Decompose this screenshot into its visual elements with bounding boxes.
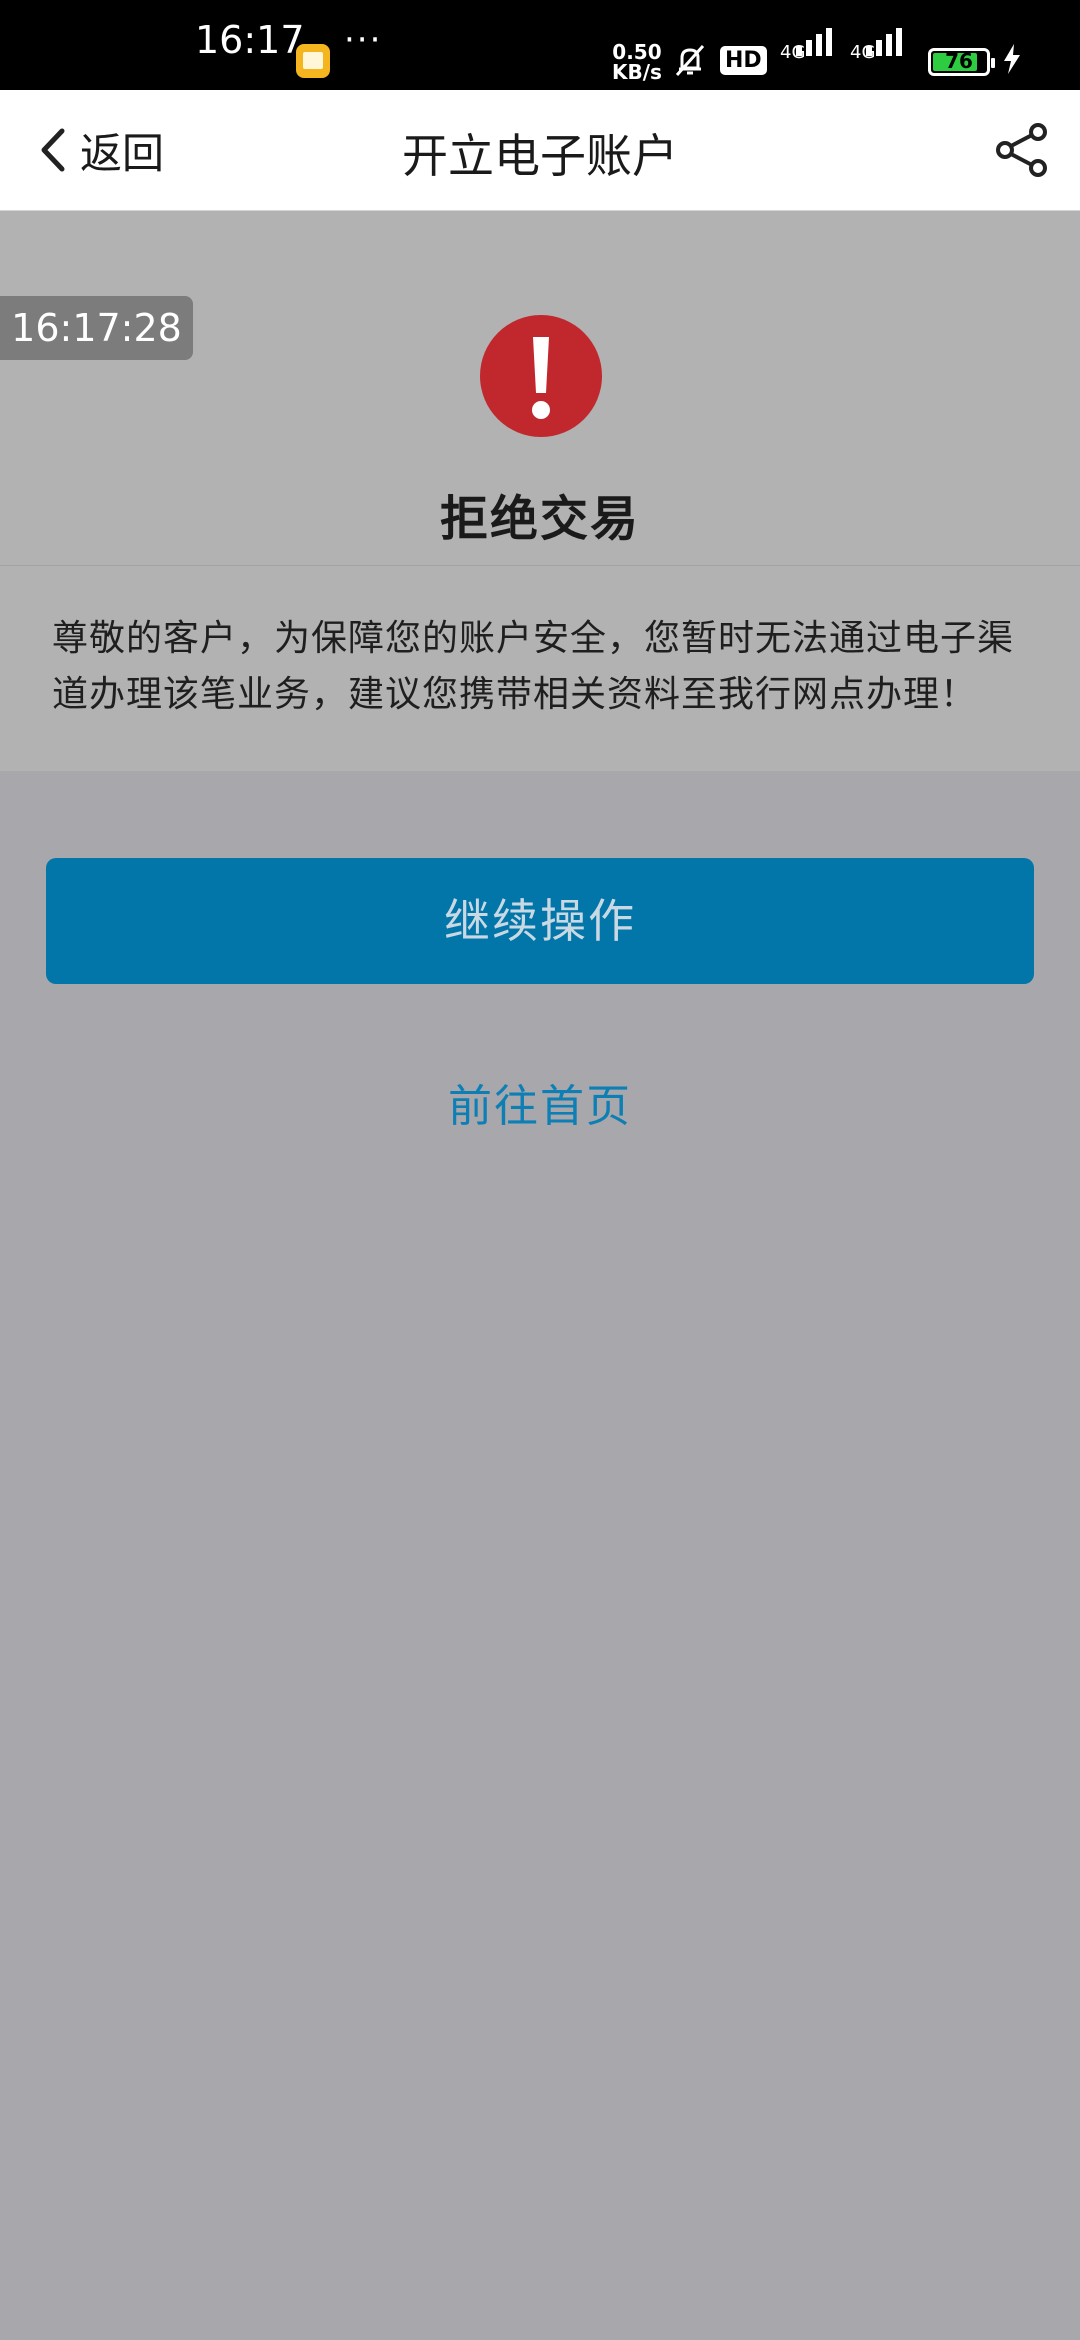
status-time: 16:17: [195, 18, 305, 62]
timestamp-badge: 16:17:28: [0, 296, 193, 360]
network-speed-unit: KB/s: [612, 60, 662, 84]
continue-button[interactable]: 继续操作: [46, 858, 1034, 984]
battery-level: 76: [945, 49, 973, 73]
nav-bar: 返回 开立电子账户: [0, 90, 1080, 211]
bell-muted-icon: [675, 44, 705, 77]
notification-app-icon: [296, 44, 330, 78]
share-icon[interactable]: [994, 122, 1050, 178]
page-title: 开立电子账户: [402, 129, 678, 183]
hd-icon: HD: [720, 46, 767, 75]
divider: [0, 565, 1080, 566]
exclamation-icon: [480, 315, 602, 437]
charging-icon: [1004, 44, 1020, 74]
result-title: 拒绝交易: [439, 491, 640, 547]
status-bar: 16:17 ··· 0.50 KB/s HD 4G 4G 76: [0, 0, 1080, 90]
result-message: 尊敬的客户，为保障您的账户安全，您暂时无法通过电子渠道办理该笔业务，建议您携带相…: [52, 618, 1015, 715]
network-speed: 0.50 KB/s: [612, 42, 662, 82]
go-home-link[interactable]: 前往首页: [0, 1070, 1080, 1134]
network-speed-value: 0.50: [612, 40, 662, 64]
battery-icon: 76: [928, 48, 995, 76]
result-card: 16:17:28 拒绝交易 尊敬的客户，为保障您的账户安全，您暂时无法通过电子渠…: [0, 211, 1080, 771]
more-notifications-indicator: ···: [344, 20, 383, 60]
